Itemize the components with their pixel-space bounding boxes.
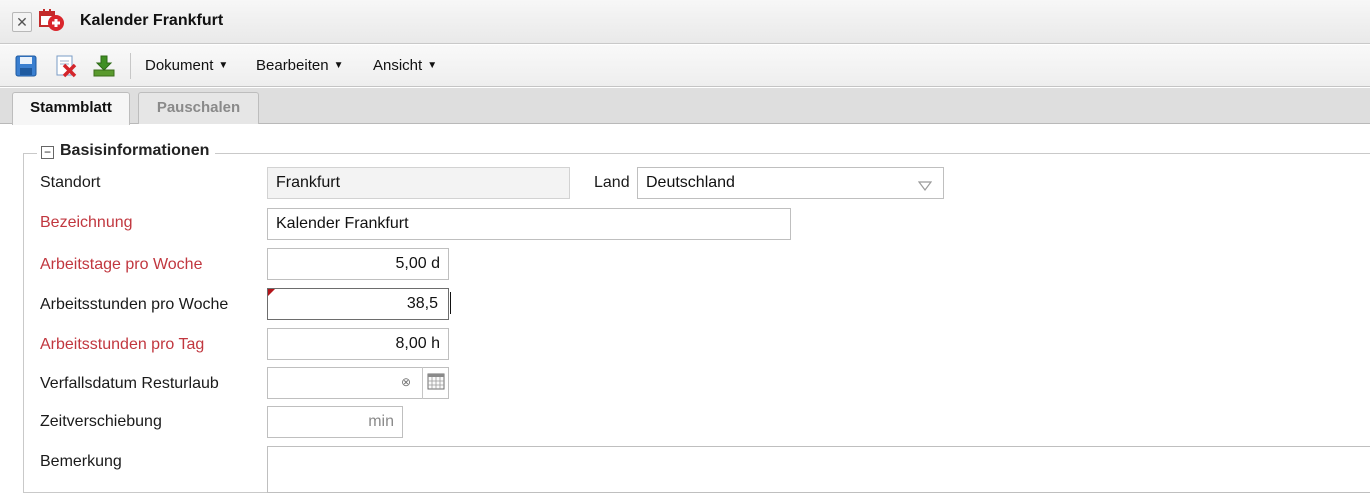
zeitverschiebung-label: Zeitverschiebung (40, 413, 162, 430)
calendar-icon (39, 9, 64, 31)
toolbar: Dokument ▼ Bearbeiten ▼ Ansicht ▼ (0, 45, 1370, 87)
section-title[interactable]: − Basisinformationen (37, 142, 216, 160)
save-icon[interactable] (14, 54, 38, 78)
window-title: Kalender Frankfurt (80, 12, 224, 29)
menu-dokument[interactable]: Dokument ▼ (145, 57, 228, 74)
title-bar: ✕ Kalender Frankfurt (0, 0, 1370, 44)
clear-icon[interactable]: ⊗ (401, 375, 411, 389)
tab-pauschalen[interactable]: Pauschalen (138, 92, 259, 124)
calendar-picker-icon[interactable] (427, 373, 445, 390)
menu-ansicht[interactable]: Ansicht ▼ (373, 57, 437, 74)
stunden-woche-field[interactable]: 38,5 (267, 288, 449, 320)
chevron-down-icon: ▼ (218, 60, 229, 71)
date-separator (422, 367, 423, 399)
text-cursor (450, 292, 451, 314)
basisinformationen-fieldset (23, 153, 1370, 493)
toolbar-separator (130, 53, 131, 79)
bezeichnung-label: Bezeichnung (40, 214, 133, 231)
arbeitstage-label: Arbeitstage pro Woche (40, 256, 203, 273)
bemerkung-label: Bemerkung (40, 453, 122, 470)
bezeichnung-field[interactable]: Kalender Frankfurt (267, 208, 791, 240)
stunden-woche-label: Arbeitsstunden pro Woche (40, 296, 229, 313)
land-select[interactable]: Deutschland (637, 167, 944, 199)
tab-bar: Stammblatt Pauschalen (0, 88, 1370, 125)
collapse-icon[interactable]: − (41, 146, 54, 159)
bemerkung-textarea[interactable] (267, 446, 1370, 493)
download-icon[interactable] (92, 54, 116, 78)
land-label: Land (594, 174, 630, 191)
close-icon[interactable]: ✕ (12, 12, 32, 32)
stunden-tag-label: Arbeitsstunden pro Tag (40, 336, 205, 353)
discard-icon[interactable] (54, 54, 78, 78)
zeitverschiebung-field[interactable]: min (267, 406, 403, 438)
modified-marker (268, 289, 275, 296)
unit-label: min (368, 413, 394, 430)
tab-stammblatt[interactable]: Stammblatt (12, 92, 130, 125)
standort-field: Frankfurt (267, 167, 570, 199)
standort-label: Standort (40, 174, 101, 191)
chevron-down-icon[interactable] (918, 181, 932, 191)
menu-bearbeiten[interactable]: Bearbeiten ▼ (256, 57, 343, 74)
chevron-down-icon: ▼ (427, 60, 438, 71)
chevron-down-icon: ▼ (333, 60, 344, 71)
verfall-label: Verfallsdatum Resturlaub (40, 375, 219, 392)
stunden-tag-field[interactable]: 8,00 h (267, 328, 449, 360)
arbeitstage-field[interactable]: 5,00 d (267, 248, 449, 280)
